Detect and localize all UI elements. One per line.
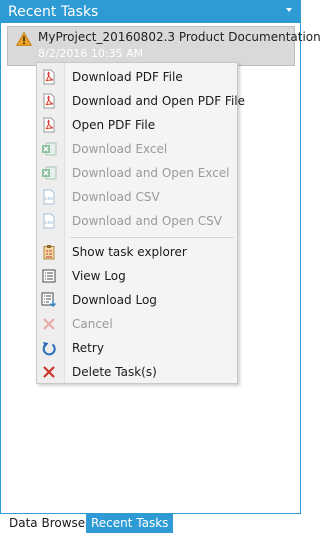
- csv-icon: csv: [43, 189, 55, 205]
- svg-text:csv: csv: [45, 220, 53, 226]
- menu-item-cancel[interactable]: Cancel: [37, 313, 237, 335]
- excel-icon: [42, 166, 57, 180]
- bottom-tab-bar: Data Browser Recent Tasks: [0, 514, 301, 535]
- menu-item-label: Open PDF File: [72, 118, 156, 132]
- menu-item-download-pdf[interactable]: Download PDF File: [37, 66, 237, 88]
- menu-item-download-log[interactable]: Download Log: [37, 289, 237, 311]
- pdf-icon: [43, 93, 55, 109]
- menu-item-label: Show task explorer: [72, 245, 187, 259]
- menu-item-open-pdf[interactable]: Open PDF File: [37, 114, 237, 136]
- log-icon: [42, 269, 56, 283]
- menu-item-label: Download and Open CSV: [72, 214, 222, 228]
- menu-item-download-excel[interactable]: Download Excel: [37, 138, 237, 160]
- cancel-icon: [43, 318, 55, 330]
- menu-separator: [70, 237, 234, 238]
- excel-icon: [42, 142, 57, 156]
- panel-titlebar: Recent Tasks: [1, 1, 300, 23]
- menu-item-label: Retry: [72, 341, 104, 355]
- menu-item-show-task-explorer[interactable]: Show task explorer: [37, 241, 237, 263]
- menu-item-retry[interactable]: Retry: [37, 337, 237, 359]
- pdf-icon: [43, 69, 55, 85]
- menu-item-download-open-pdf[interactable]: Download and Open PDF File: [37, 90, 245, 112]
- recent-tasks-panel: Recent Tasks MyProject_20160802.3 Produc…: [0, 0, 320, 514]
- clipboard-icon: [43, 245, 55, 260]
- menu-item-download-open-csv[interactable]: csv Download and Open CSV: [37, 210, 237, 232]
- tab-data-browser[interactable]: Data Browser: [4, 514, 96, 533]
- download-log-icon: [41, 292, 56, 307]
- menu-item-download-open-excel[interactable]: Download and Open Excel: [37, 162, 237, 184]
- menu-item-label: View Log: [72, 269, 126, 283]
- menu-item-delete-tasks[interactable]: Delete Task(s): [37, 361, 237, 383]
- menu-item-label: Delete Task(s): [72, 365, 157, 379]
- task-date: 8/2/2016 10:35 AM: [38, 47, 144, 60]
- menu-item-label: Download and Open Excel: [72, 166, 230, 180]
- menu-item-label: Download Log: [72, 293, 157, 307]
- menu-item-label: Download and Open PDF File: [72, 94, 245, 108]
- pdf-icon: [43, 117, 55, 133]
- task-item[interactable]: MyProject_20160802.3 Product Documentati…: [7, 26, 320, 66]
- menu-item-label: Cancel: [72, 317, 113, 331]
- menu-item-label: Download PDF File: [72, 70, 183, 84]
- tab-recent-tasks[interactable]: Recent Tasks: [86, 514, 174, 533]
- menu-item-view-log[interactable]: View Log: [37, 265, 237, 287]
- menu-item-label: Download CSV: [72, 190, 160, 204]
- svg-text:csv: csv: [45, 196, 53, 202]
- triangle-down-icon[interactable]: [286, 8, 292, 12]
- menu-item-label: Download Excel: [72, 142, 168, 156]
- warning-icon: [16, 32, 32, 46]
- csv-icon: csv: [43, 213, 55, 229]
- context-menu: Download PDF File Download and Open PDF …: [36, 62, 245, 384]
- task-name: MyProject_20160802.3 Product Documentati…: [38, 30, 320, 44]
- panel-title: Recent Tasks: [8, 4, 99, 20]
- menu-item-download-csv[interactable]: csv Download CSV: [37, 186, 237, 208]
- delete-icon: [43, 366, 55, 378]
- retry-icon: [42, 342, 56, 356]
